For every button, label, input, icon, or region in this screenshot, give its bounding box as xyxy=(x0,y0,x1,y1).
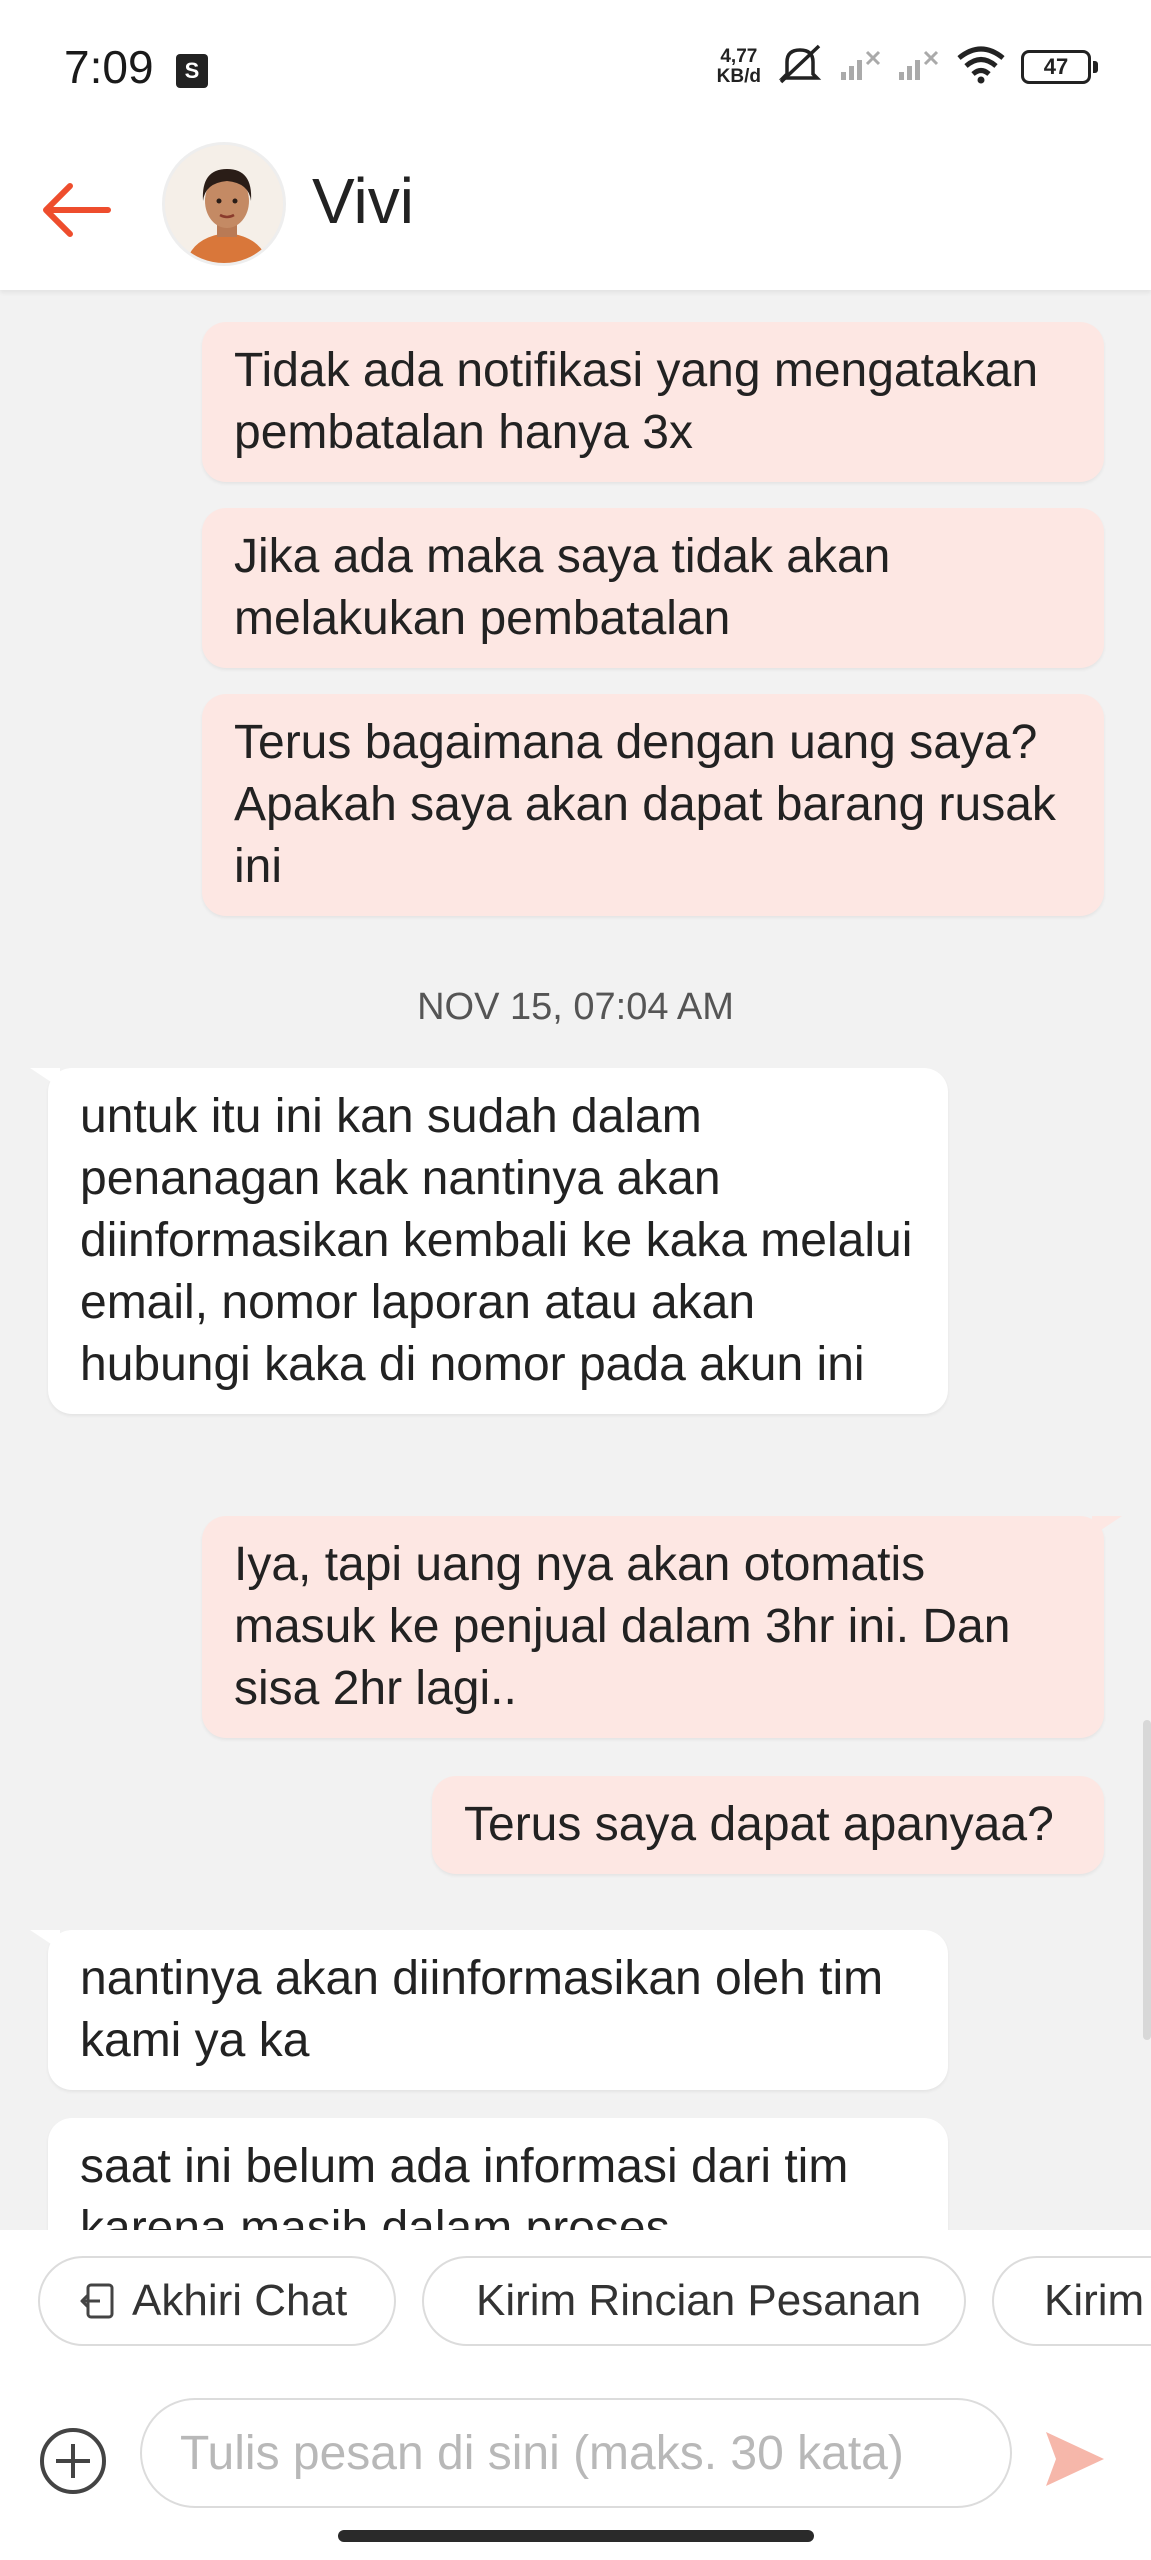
message-text: Jika ada maka saya tidak akan melakukan … xyxy=(234,530,891,645)
status-bar: 7:09 S 4,77 KB/d 47 xyxy=(0,0,1151,140)
send-order-details-button[interactable]: Kirim Rincian Pesanan xyxy=(422,2256,966,2346)
status-time: 7:09 xyxy=(64,41,154,93)
quick-replies-bar: Akhiri Chat Kirim Rincian Pesanan Kirim xyxy=(0,2230,1151,2370)
exit-icon xyxy=(80,2283,114,2319)
network-speed-value: 4,77 xyxy=(720,45,758,67)
message-text: saat ini belum ada informasi dari tim ka… xyxy=(80,2140,849,2230)
battery-icon: 47 xyxy=(1021,49,1098,84)
back-button[interactable] xyxy=(36,170,116,250)
wifi-icon xyxy=(955,44,1007,89)
message-incoming[interactable]: nantinya akan diinformasikan oleh tim ka… xyxy=(30,1930,948,2090)
message-text: untuk itu ini kan sudah dalam penanagan … xyxy=(80,1090,913,1391)
send-button[interactable] xyxy=(1040,2424,1110,2494)
send-icon xyxy=(1046,2432,1104,2486)
back-arrow-icon xyxy=(43,183,111,237)
end-chat-label: Akhiri Chat xyxy=(132,2276,348,2325)
signal-icon-1 xyxy=(839,46,883,87)
message-text: nantinya akan diinformasikan oleh tim ka… xyxy=(80,1952,884,2067)
message-outgoing[interactable]: Terus saya dapat apanyaa? xyxy=(432,1776,1104,1874)
home-indicator[interactable] xyxy=(338,2530,814,2542)
message-text: Iya, tapi uang nya akan otomatis masuk k… xyxy=(234,1538,1011,1715)
message-outgoing[interactable]: Tidak ada notifikasi yang mengatakan pem… xyxy=(202,322,1104,482)
send-order-details-label: Kirim Rincian Pesanan xyxy=(476,2276,922,2325)
message-text: Terus bagaimana dengan uang saya? Apakah… xyxy=(234,716,1056,893)
send-more-label: Kirim xyxy=(1044,2276,1145,2325)
message-text: Terus saya dapat apanyaa? xyxy=(464,1798,1054,1851)
shopping-bag-icon: S xyxy=(176,54,208,88)
composer-bar xyxy=(0,2370,1151,2560)
plus-circle-icon xyxy=(40,2428,106,2494)
message-incoming[interactable]: untuk itu ini kan sudah dalam penanagan … xyxy=(30,1068,948,1414)
message-incoming[interactable]: saat ini belum ada informasi dari tim ka… xyxy=(48,2118,948,2230)
message-outgoing[interactable]: Jika ada maka saya tidak akan melakukan … xyxy=(202,508,1104,668)
send-more-button[interactable]: Kirim xyxy=(992,2256,1151,2346)
avatar[interactable] xyxy=(162,142,286,266)
network-speed: 4,77 KB/d xyxy=(716,45,761,87)
signal-icon-2 xyxy=(897,46,941,87)
muted-bell-icon xyxy=(775,42,825,91)
scrollbar[interactable] xyxy=(1143,1720,1151,2040)
chat-messages[interactable]: Tidak ada notifikasi yang mengatakan pem… xyxy=(0,290,1151,2230)
message-timestamp: NOV 15, 07:04 AM xyxy=(417,986,734,1028)
status-icons: 4,77 KB/d 47 xyxy=(716,42,1098,91)
end-chat-button[interactable]: Akhiri Chat xyxy=(38,2256,396,2346)
message-outgoing[interactable]: Terus bagaimana dengan uang saya? Apakah… xyxy=(202,694,1104,916)
message-outgoing[interactable]: Iya, tapi uang nya akan otomatis masuk k… xyxy=(202,1516,1122,1738)
chat-header: Vivi xyxy=(0,140,1151,290)
message-text: Tidak ada notifikasi yang mengatakan pem… xyxy=(234,344,1039,459)
message-input[interactable] xyxy=(140,2398,1012,2508)
agent-avatar-image xyxy=(165,145,283,263)
network-speed-unit: KB/d xyxy=(716,65,761,87)
contact-name: Vivi xyxy=(312,165,414,237)
add-attachment-button[interactable] xyxy=(38,2426,108,2496)
